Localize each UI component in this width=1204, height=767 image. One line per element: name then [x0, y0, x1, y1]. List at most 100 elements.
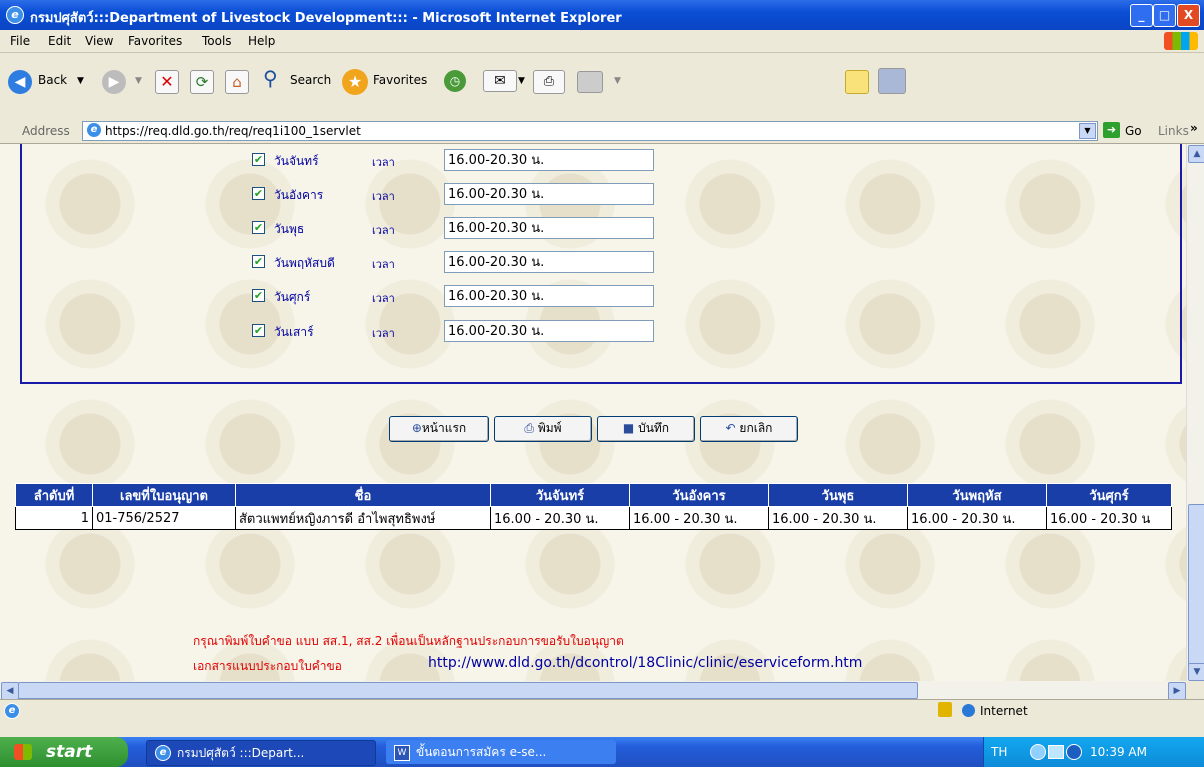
mail-icon[interactable]: ✉ — [483, 70, 517, 92]
cancel-button[interactable]: ↶ ยกเลิก — [700, 416, 798, 442]
save-button[interactable]: ■ บันทึก — [597, 416, 695, 442]
links-button[interactable]: Links — [1158, 124, 1189, 138]
save-button-label: บันทึก — [638, 421, 670, 435]
checkbox-tuesday[interactable]: ✔ — [252, 187, 265, 200]
address-bar: Address e https://req.dld.go.th/req/req1… — [0, 119, 1204, 144]
mail-dropdown-icon[interactable]: ▼ — [518, 76, 525, 86]
print-icon[interactable]: ⎙ — [533, 70, 565, 94]
go-arrow-icon[interactable]: ➜ — [1103, 122, 1120, 138]
zone-label: Internet — [980, 704, 1028, 718]
close-button[interactable]: X — [1177, 4, 1200, 27]
page-content: ✔ วันจันทร์ เวลา 16.00-20.30 น. ✔ วันอัง… — [0, 144, 1186, 681]
print-button[interactable]: ⎙ พิมพ์ — [494, 416, 592, 442]
home-button-label: หน้าแรก — [421, 421, 467, 435]
time-label: เวลา — [372, 224, 395, 237]
research-icon[interactable] — [878, 68, 906, 94]
start-button[interactable]: start — [0, 737, 128, 767]
forward-dropdown-icon[interactable]: ▼ — [135, 76, 142, 86]
vertical-scrollbar[interactable]: ▲ ▼ — [1186, 144, 1204, 681]
attachment-link[interactable]: http://www.dld.go.th/dcontrol/18Clinic/c… — [428, 655, 862, 671]
menu-tools[interactable]: Tools — [202, 34, 232, 48]
edit-icon[interactable] — [577, 71, 603, 93]
cell-order: 1 — [15, 506, 93, 530]
title-bar[interactable]: e กรมปศุสัตว์:::Department of Livestock … — [0, 0, 1204, 30]
favorites-star-icon[interactable]: ★ — [342, 69, 368, 95]
horizontal-scrollbar[interactable]: ◀ ▶ — [0, 681, 1186, 700]
col-header: วันพฤหัส — [907, 483, 1047, 507]
stop-icon[interactable]: ✕ — [155, 70, 179, 94]
home-icon[interactable]: ⌂ — [225, 70, 249, 94]
address-field[interactable]: e https://req.dld.go.th/req/req1i100_1se… — [82, 121, 1098, 141]
links-more-icon[interactable]: » — [1190, 121, 1198, 135]
time-label: เวลา — [372, 190, 395, 203]
discuss-icon[interactable] — [845, 70, 869, 94]
table-row[interactable]: 1 01-756/2527 สัตวแพทย์หญิงภารดี อำไพสุท… — [15, 506, 1172, 530]
search-button[interactable]: Search — [290, 73, 331, 87]
cell-time: 16.00 - 20.30 น. — [907, 506, 1047, 530]
back-button[interactable]: Back — [38, 73, 67, 87]
hscroll-thumb[interactable] — [18, 682, 918, 699]
day-label: วันเสาร์ — [274, 325, 314, 339]
window-title: กรมปศุสัตว์:::Department of Livestock De… — [30, 11, 622, 26]
task-item-word[interactable]: W ขั้นตอนการสมัคร e-se... — [386, 740, 616, 764]
taskbar: start e กรมปศุสัตว์ :::Depart... W ขั้นต… — [0, 737, 1204, 767]
menu-file[interactable]: File — [10, 34, 30, 48]
day-label: วันอังคาร — [274, 188, 324, 202]
time-input-tuesday[interactable]: 16.00-20.30 น. — [444, 183, 654, 205]
system-tray: TH 10:39 AM — [983, 737, 1204, 767]
refresh-icon[interactable]: ⟳ — [190, 70, 214, 94]
scroll-right-icon[interactable]: ▶ — [1168, 682, 1186, 700]
language-indicator[interactable]: TH — [991, 745, 1007, 759]
menu-view[interactable]: View — [85, 34, 113, 48]
table-header-row: ลำดับที่ เลขที่ใบอนุญาต ชื่อ วันจันทร์ ว… — [15, 483, 1172, 507]
time-input-saturday[interactable]: 16.00-20.30 น. — [444, 320, 654, 342]
search-icon[interactable]: ⚲ — [263, 66, 278, 90]
back-arrow-icon[interactable]: ◀ — [8, 70, 32, 94]
menu-edit[interactable]: Edit — [48, 34, 71, 48]
scroll-up-icon[interactable]: ▲ — [1188, 145, 1204, 163]
col-header: วันอังคาร — [629, 483, 769, 507]
time-input-monday[interactable]: 16.00-20.30 น. — [444, 149, 654, 171]
checkbox-monday[interactable]: ✔ — [252, 153, 265, 166]
printer-icon: ⎙ — [524, 421, 538, 435]
time-label: เวลา — [372, 327, 395, 340]
cell-time: 16.00 - 20.30 น — [1046, 506, 1172, 530]
scroll-down-icon[interactable]: ▼ — [1188, 663, 1204, 681]
favorites-button[interactable]: Favorites — [373, 73, 427, 87]
address-dropdown-icon[interactable]: ▼ — [1079, 123, 1096, 139]
time-input-wednesday[interactable]: 16.00-20.30 น. — [444, 217, 654, 239]
checkbox-thursday[interactable]: ✔ — [252, 255, 265, 268]
history-icon[interactable]: ◷ — [444, 70, 466, 92]
home-button[interactable]: ⊕หน้าแรก — [389, 416, 489, 442]
browser-window: e กรมปศุสัตว์:::Department of Livestock … — [0, 0, 1204, 767]
scroll-left-icon[interactable]: ◀ — [1, 682, 19, 700]
task-item-ie[interactable]: e กรมปศุสัตว์ :::Depart... — [146, 740, 376, 766]
checkbox-friday[interactable]: ✔ — [252, 289, 265, 302]
volume-icon[interactable] — [1066, 744, 1082, 760]
cell-license: 01-756/2527 — [92, 506, 236, 530]
scroll-thumb[interactable] — [1188, 504, 1204, 666]
minimize-button[interactable]: _ — [1130, 4, 1153, 27]
day-label: วันศุกร์ — [274, 290, 311, 304]
undo-icon: ↶ — [725, 421, 740, 435]
start-label: start — [46, 742, 93, 762]
schedule-form: ✔ วันจันทร์ เวลา 16.00-20.30 น. ✔ วันอัง… — [20, 144, 1182, 384]
maximize-button[interactable]: □ — [1153, 4, 1176, 27]
results-table: ลำดับที่ เลขที่ใบอนุญาต ชื่อ วันจันทร์ ว… — [15, 483, 1172, 530]
monitor-icon[interactable] — [1048, 745, 1064, 759]
menu-help[interactable]: Help — [248, 34, 275, 48]
go-button[interactable]: Go — [1125, 124, 1142, 138]
print-button-label: พิมพ์ — [537, 421, 562, 435]
back-dropdown-icon[interactable]: ▼ — [77, 76, 84, 86]
time-input-friday[interactable]: 16.00-20.30 น. — [444, 285, 654, 307]
edit-dropdown-icon[interactable]: ▼ — [614, 76, 621, 86]
cell-name: สัตวแพทย์หญิงภารดี อำไพสุทธิพงษ์ — [235, 506, 491, 530]
checkbox-saturday[interactable]: ✔ — [252, 324, 265, 337]
time-input-thursday[interactable]: 16.00-20.30 น. — [444, 251, 654, 273]
clock: 10:39 AM — [1090, 745, 1147, 759]
checkbox-wednesday[interactable]: ✔ — [252, 221, 265, 234]
status-page-icon: e — [4, 703, 20, 719]
forward-arrow-icon[interactable]: ▶ — [102, 70, 126, 94]
network-icon[interactable] — [1030, 744, 1046, 760]
menu-favorites[interactable]: Favorites — [128, 34, 182, 48]
